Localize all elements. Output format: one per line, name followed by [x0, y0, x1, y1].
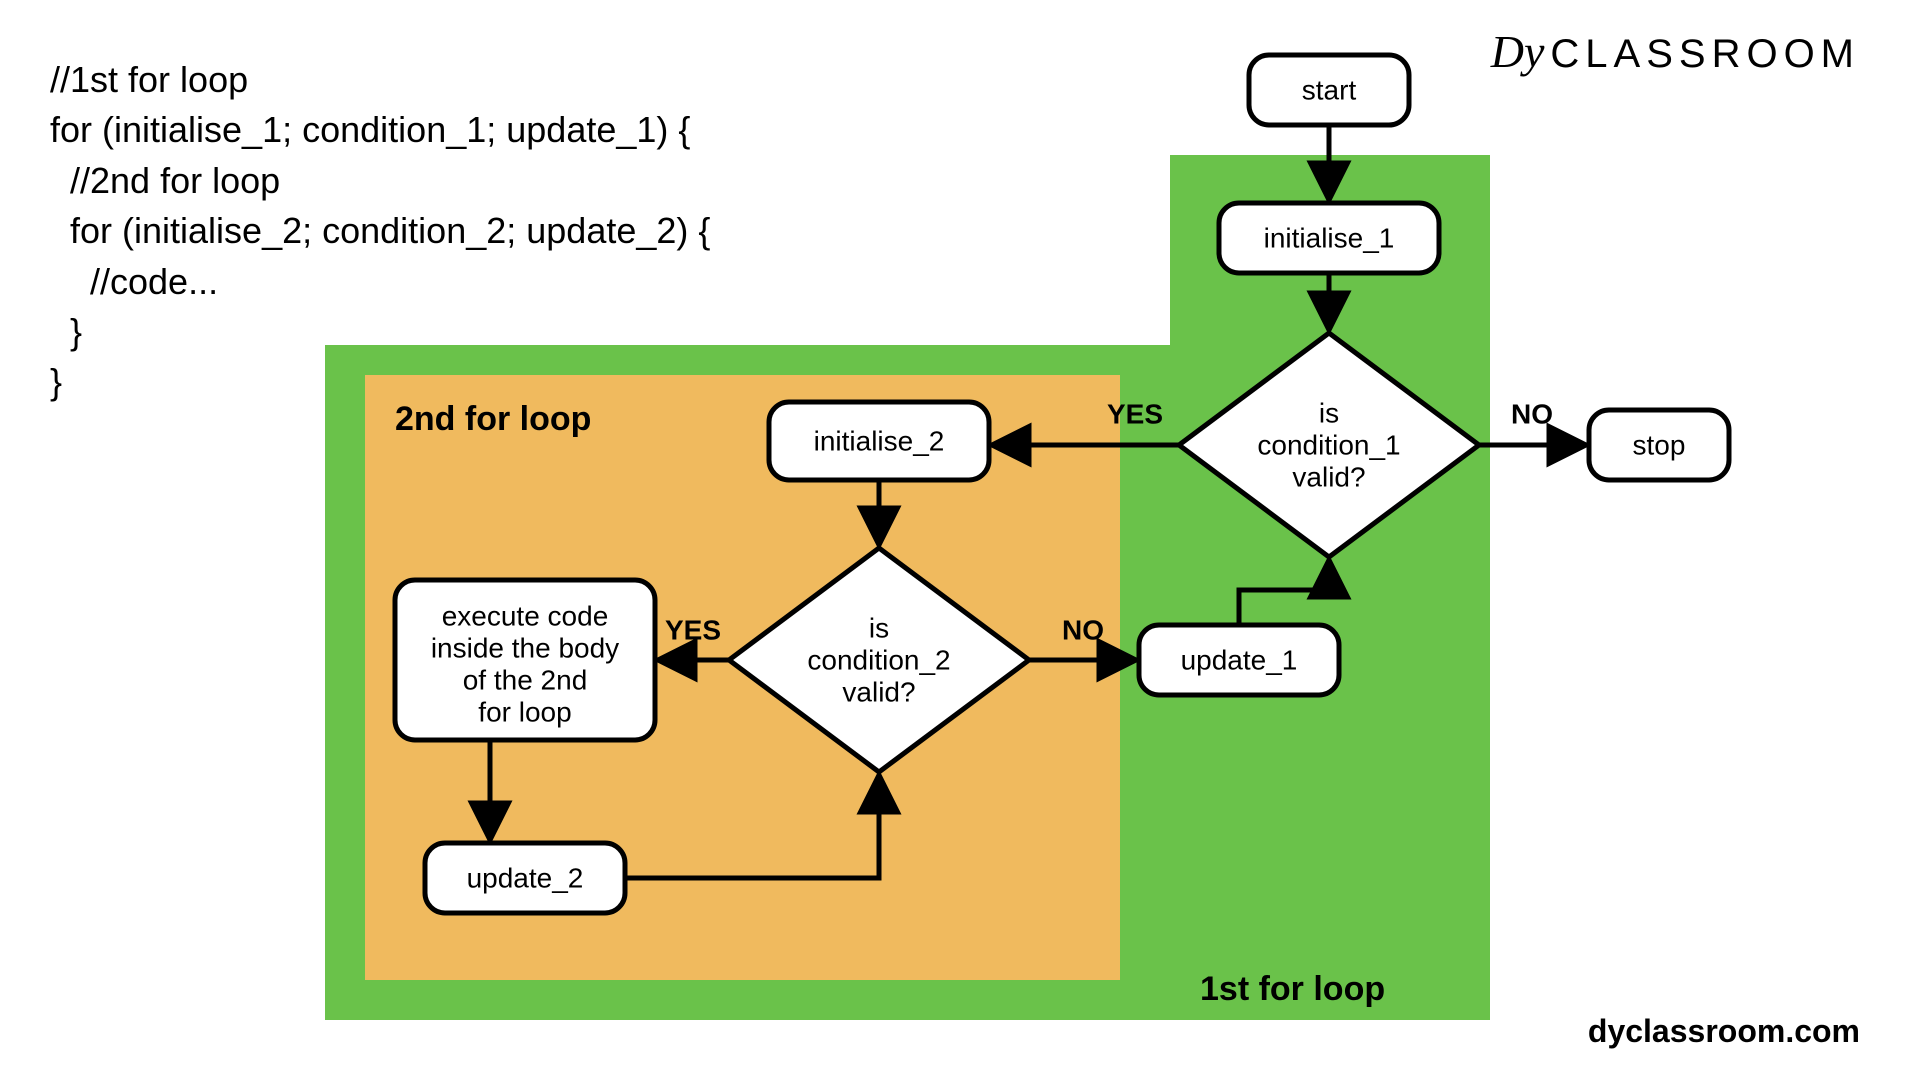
- outer-loop-title: 1st for loop: [1200, 970, 1385, 1008]
- init1-label: initialise_1: [1264, 222, 1395, 253]
- cond1-l1: is: [1319, 397, 1339, 428]
- cond1-l2: condition_1: [1257, 429, 1400, 460]
- cond2-no-label: NO: [1062, 614, 1104, 645]
- start-label: start: [1302, 74, 1357, 105]
- cond2-l1: is: [869, 612, 889, 643]
- exec-l4: for loop: [478, 696, 571, 727]
- inner-loop-title: 2nd for loop: [395, 400, 591, 438]
- cond1-no-label: NO: [1511, 398, 1553, 429]
- init2-label: initialise_2: [814, 425, 945, 456]
- update2-label: update_2: [467, 862, 584, 893]
- stop-label: stop: [1633, 429, 1686, 460]
- cond2-l2: condition_2: [807, 644, 950, 675]
- cond1-l3: valid?: [1292, 461, 1365, 492]
- exec-l3: of the 2nd: [463, 664, 588, 695]
- exec-l2: inside the body: [431, 632, 619, 663]
- exec-l1: execute code: [442, 600, 609, 631]
- cond2-yes-label: YES: [665, 614, 721, 645]
- cond2-l3: valid?: [842, 676, 915, 707]
- cond1-yes-label: YES: [1107, 398, 1163, 429]
- flowchart-diagram: 2nd for loop 1st for loop start initiali…: [0, 0, 1920, 1080]
- update1-label: update_1: [1181, 644, 1298, 675]
